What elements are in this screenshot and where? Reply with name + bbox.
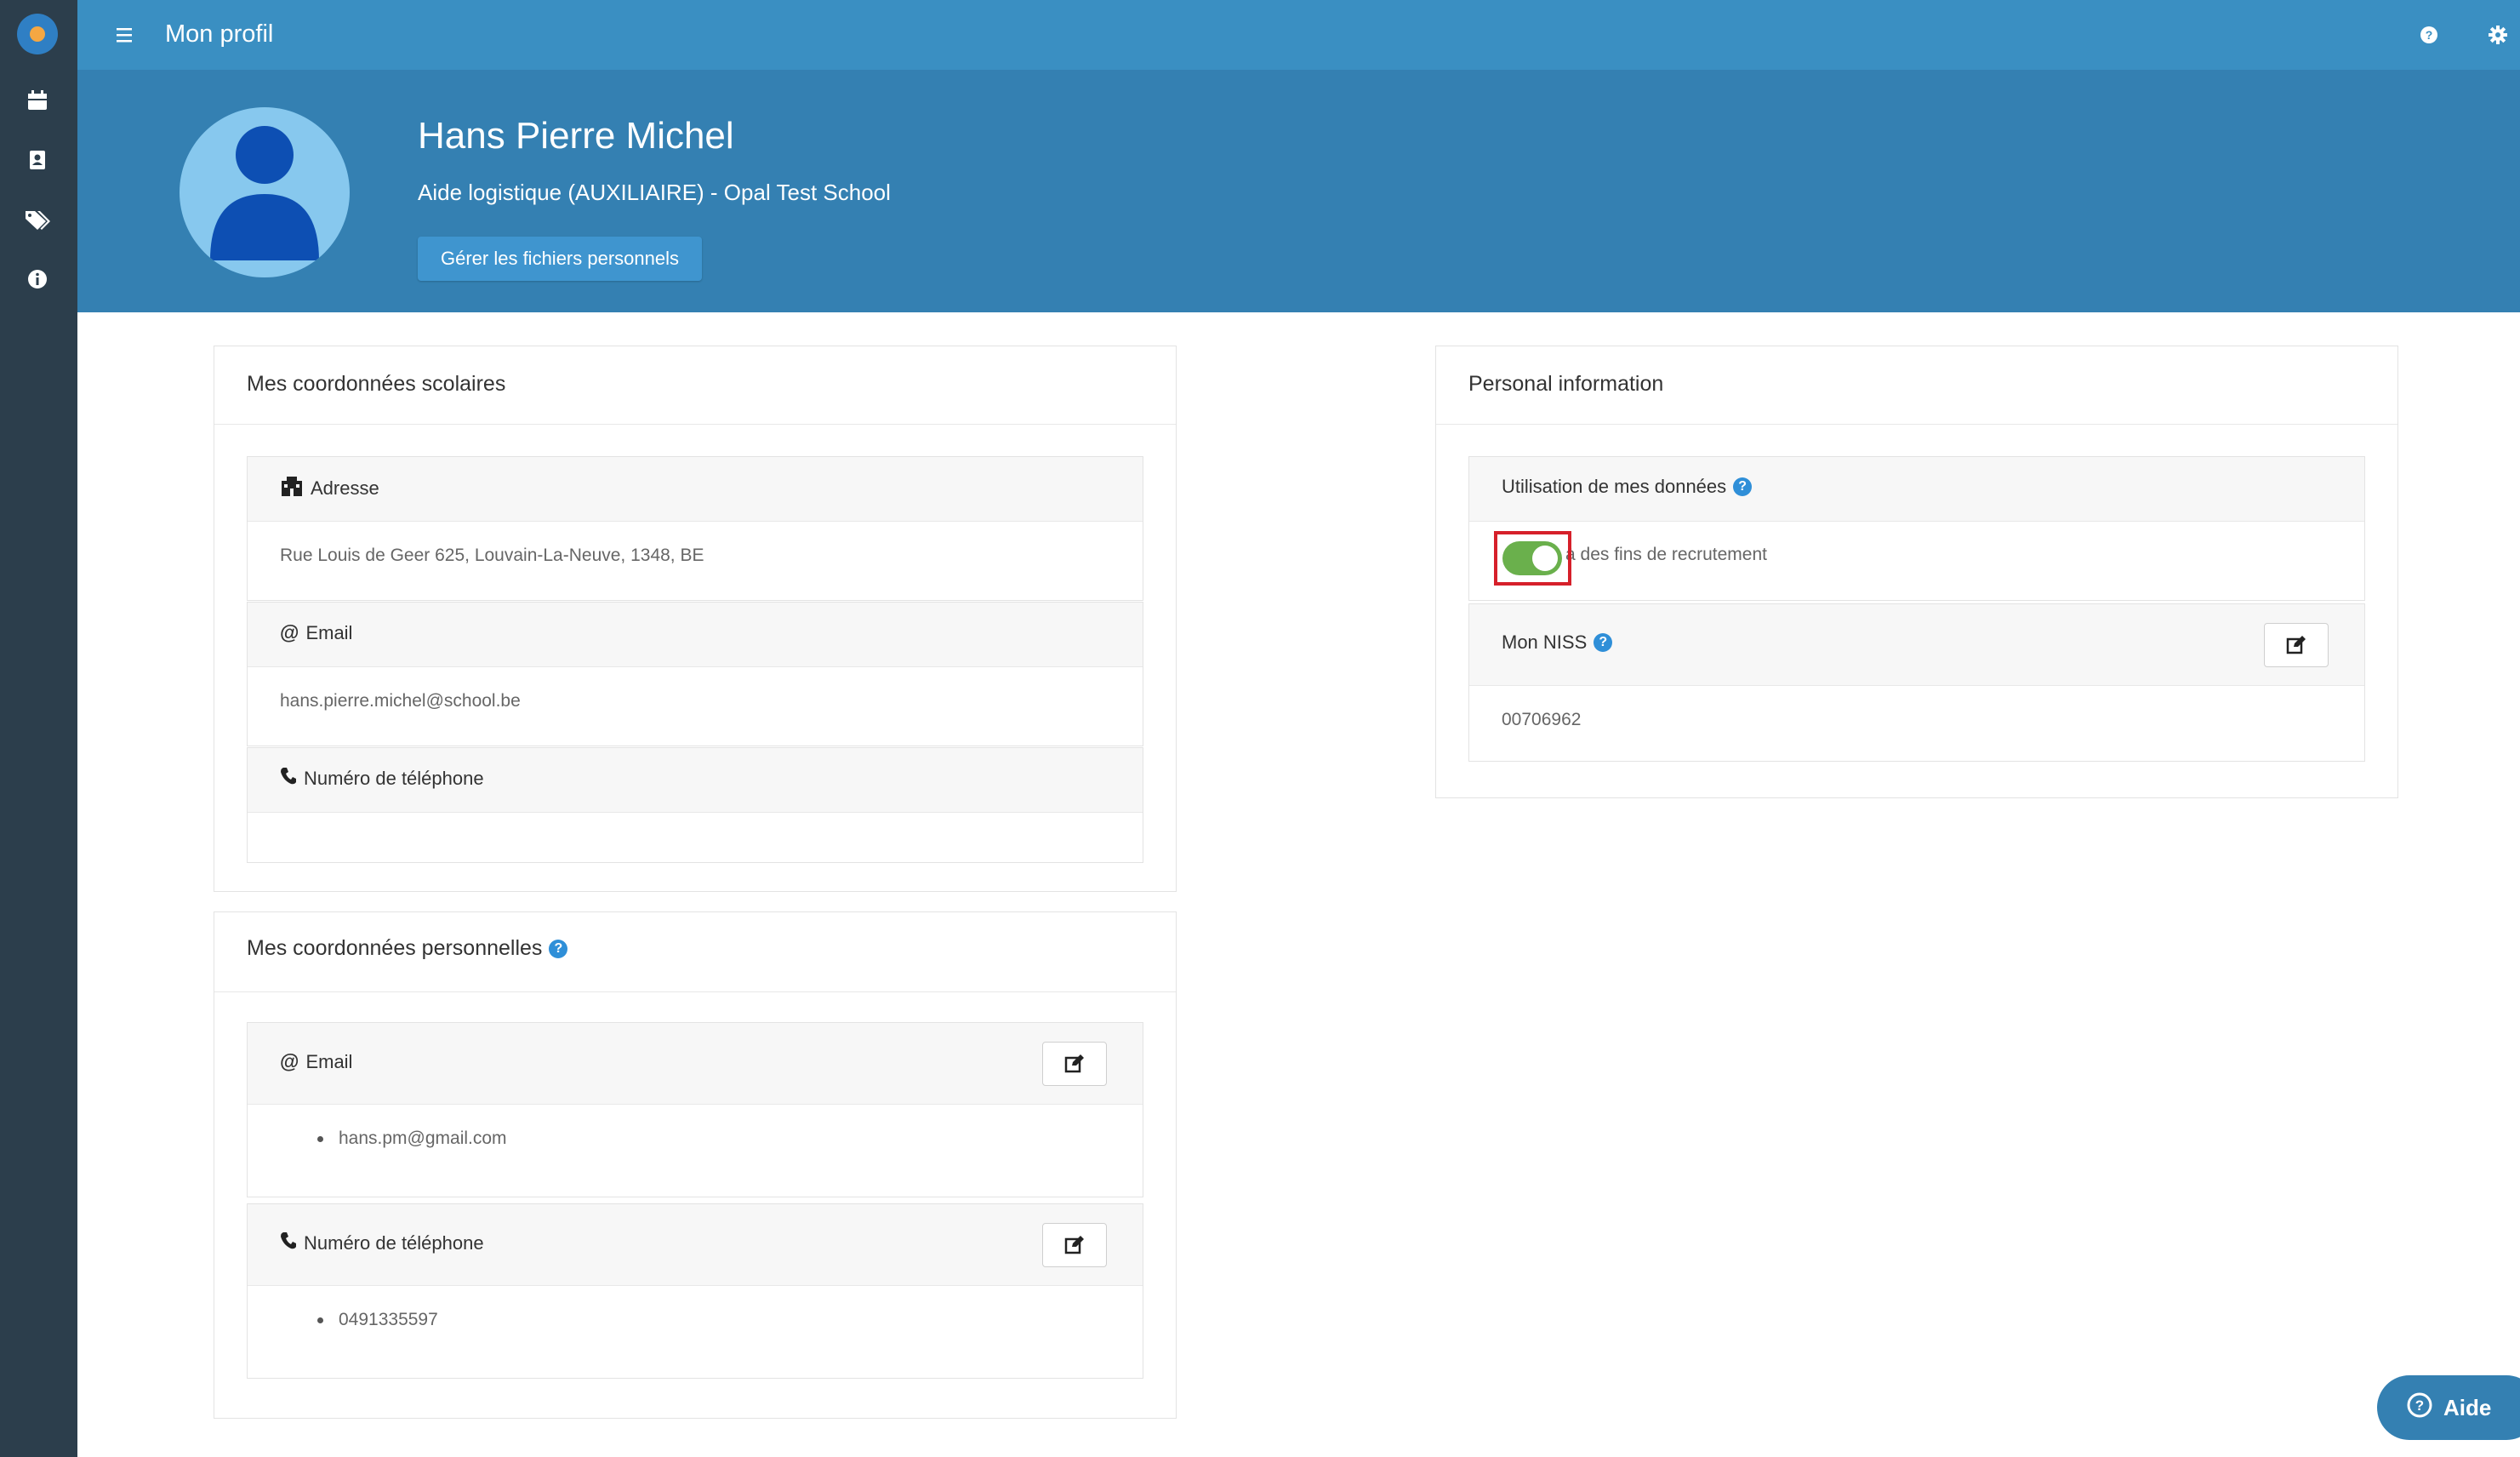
app-logo[interactable] [15, 12, 60, 56]
sidebar [0, 0, 77, 1457]
help-icon[interactable]: ? [2415, 20, 2443, 49]
question-circle-icon: ? [2406, 1391, 2433, 1425]
address-card: Adresse Rue Louis de Geer 625, Louvain-L… [247, 456, 1143, 601]
help-button[interactable]: ? Aide [2377, 1375, 2520, 1440]
school-email-card: @ Email hans.pierre.michel@school.be [247, 602, 1143, 746]
personal-contact-title: Mes coordonnées personnelles ? [247, 936, 568, 961]
highlight-box [1494, 531, 1571, 586]
avatar [180, 107, 350, 277]
edit-icon [2286, 636, 2306, 654]
list-item: 0491335597 [317, 1310, 438, 1330]
at-sign-icon: @ [280, 1050, 299, 1072]
address-label: Adresse [311, 477, 379, 499]
recruitment-toggle-label: à des fins de recrutement [1565, 545, 1767, 564]
topbar: Mon profil ? [77, 0, 2520, 70]
school-phone-card: Numéro de téléphone [247, 747, 1143, 863]
data-usage-card: Utilisation de mes données ? [1468, 456, 2365, 601]
personal-info-title: Personal information [1468, 372, 1664, 396]
school-contact-panel: Mes coordonnées scolaires Adresse Rue Lo… [214, 346, 1177, 892]
personal-email-card: @ Email hans.pm@gmail.com [247, 1022, 1143, 1197]
personal-phone-card: Numéro de téléphone 0491335597 [247, 1203, 1143, 1379]
phone-icon [280, 1231, 297, 1255]
edit-niss-button[interactable] [2264, 623, 2329, 667]
gear-icon[interactable] [2483, 20, 2512, 49]
page-title: Mon profil [165, 20, 274, 48]
help-icon[interactable]: ? [1594, 633, 1613, 652]
personal-info-panel: Personal information Utilisation de mes … [1435, 346, 2398, 798]
school-contact-title: Mes coordonnées scolaires [247, 372, 506, 396]
niss-card: Mon NISS ? 00706962 [1468, 603, 2365, 762]
menu-icon[interactable] [110, 20, 139, 49]
svg-text:?: ? [2415, 1397, 2424, 1414]
phone-icon [280, 767, 297, 791]
personal-email-label: Email [305, 1050, 353, 1072]
manage-files-button[interactable]: Gérer les fichiers personnels [418, 237, 702, 281]
edit-icon [1064, 1236, 1084, 1254]
help-button-label: Aide [2443, 1394, 2492, 1420]
niss-label: Mon NISS [1502, 631, 1588, 653]
info-icon[interactable] [20, 262, 54, 296]
contact-card-icon[interactable] [20, 143, 54, 177]
edit-email-button[interactable] [1042, 1042, 1107, 1086]
address-value: Rue Louis de Geer 625, Louvain-La-Neuve,… [280, 546, 704, 565]
building-icon [280, 476, 304, 501]
school-email-label: Email [305, 621, 353, 643]
profile-name: Hans Pierre Michel [418, 115, 734, 157]
school-email-value: hans.pierre.michel@school.be [280, 691, 521, 711]
niss-value: 00706962 [1502, 710, 1582, 729]
data-usage-label: Utilisation de mes données [1502, 476, 1727, 497]
svg-text:?: ? [2426, 28, 2433, 42]
profile-role: Aide logistique (AUXILIAIRE) - Opal Test… [418, 180, 891, 205]
school-phone-label: Numéro de téléphone [304, 768, 484, 789]
calendar-icon[interactable] [20, 83, 54, 117]
edit-phone-button[interactable] [1042, 1223, 1107, 1267]
edit-icon [1064, 1054, 1084, 1073]
tags-icon[interactable] [20, 203, 54, 237]
at-sign-icon: @ [280, 621, 299, 643]
list-item: hans.pm@gmail.com [317, 1128, 507, 1149]
help-icon[interactable]: ? [1733, 477, 1753, 496]
help-icon[interactable]: ? [549, 939, 568, 958]
personal-contact-panel: Mes coordonnées personnelles ? @ Email h… [214, 911, 1177, 1419]
personal-phone-label: Numéro de téléphone [304, 1232, 484, 1254]
profile-header: Hans Pierre Michel Aide logistique (AUXI… [77, 70, 2520, 312]
